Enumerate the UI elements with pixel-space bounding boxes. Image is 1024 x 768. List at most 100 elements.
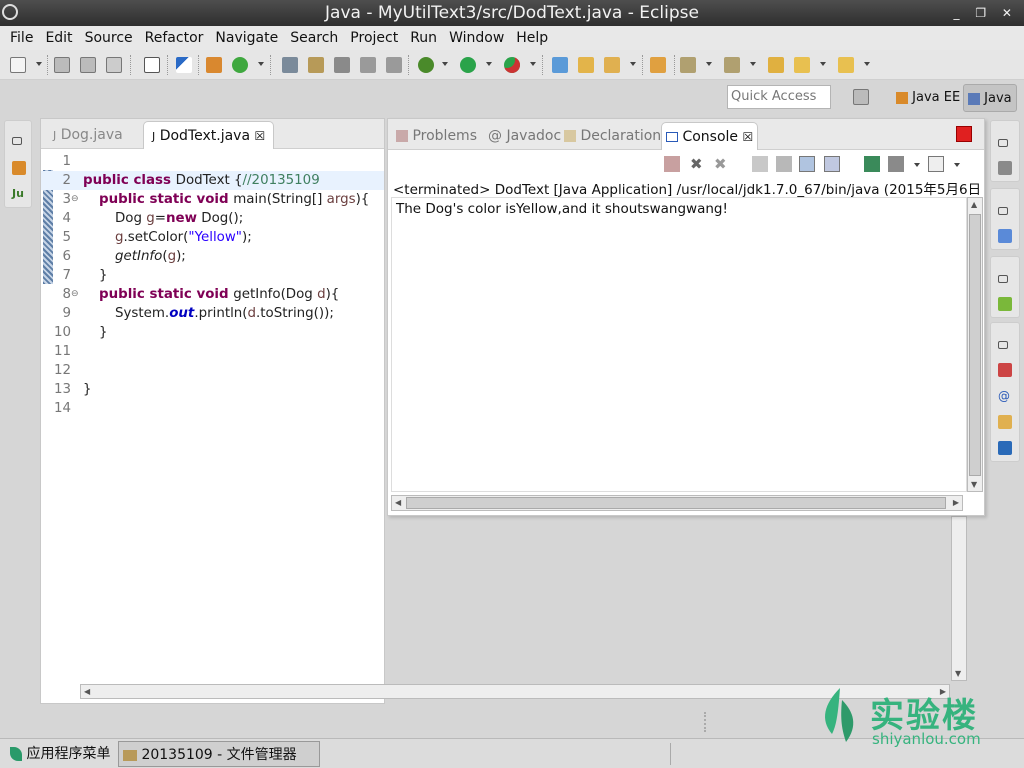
menu-file[interactable]: File — [4, 26, 39, 50]
next-annotation-icon[interactable] — [680, 57, 696, 73]
prev-annotation-dropdown-icon[interactable] — [750, 62, 756, 66]
fold-icon[interactable]: ⊖ — [71, 190, 79, 209]
package-explorer-icon[interactable] — [12, 161, 26, 175]
perspective-java[interactable]: Java — [963, 84, 1017, 112]
pen-icon[interactable] — [308, 57, 324, 73]
menu-source[interactable]: Source — [79, 26, 139, 50]
scroll-left-icon[interactable]: ◀ — [395, 498, 401, 507]
save-all-icon[interactable] — [80, 57, 96, 73]
new-dropdown-icon[interactable] — [36, 62, 42, 66]
fold-icon[interactable]: ⊖ — [71, 285, 79, 304]
restore-icon[interactable] — [998, 275, 1008, 283]
window-controls[interactable]: _ ❐ ✕ — [954, 0, 1018, 26]
show-on-stderr-icon[interactable] — [824, 156, 840, 172]
leaf-icon[interactable] — [998, 297, 1012, 311]
scroll-thumb[interactable] — [969, 214, 981, 476]
restore-icon[interactable] — [12, 137, 22, 145]
remove-all-icon[interactable]: ✖ — [714, 156, 730, 172]
menu-run[interactable]: Run — [404, 26, 443, 50]
print-icon[interactable] — [106, 57, 122, 73]
javadoc-view-icon[interactable]: @ — [998, 389, 1012, 403]
search-folder-icon[interactable] — [650, 57, 666, 73]
open-type-icon[interactable] — [552, 57, 568, 73]
open-perspective-icon[interactable] — [853, 89, 869, 105]
console-output-area[interactable]: The Dog's color isYellow,and it shoutswa… — [391, 197, 967, 492]
apps-menu-button[interactable]: 应用程序菜单 — [10, 741, 110, 767]
menu-window[interactable]: Window — [443, 26, 510, 50]
debug-icon[interactable] — [418, 57, 434, 73]
close-tab-icon[interactable]: ☒ — [255, 129, 266, 143]
file-manager-task[interactable]: 20135109 - 文件管理器 — [118, 741, 320, 767]
run-icon[interactable] — [460, 57, 476, 73]
new-icon[interactable] — [10, 57, 26, 73]
close-tab-icon[interactable]: ☒ — [742, 130, 753, 144]
tab-dodtext-java[interactable]: J DodText.java ☒ — [143, 121, 275, 149]
remove-launch-icon[interactable]: ✖ — [690, 156, 706, 172]
package-icon[interactable] — [206, 57, 222, 73]
clear-console-icon[interactable] — [752, 156, 768, 172]
console-view-icon[interactable] — [998, 441, 1012, 455]
server-icon[interactable] — [334, 57, 350, 73]
forward-icon[interactable] — [838, 57, 854, 73]
eclipse-app-icon[interactable] — [2, 4, 18, 20]
display-console-icon[interactable] — [888, 156, 904, 172]
perspective-java-ee[interactable]: Java EE — [892, 84, 964, 112]
restore-icon[interactable] — [998, 341, 1008, 349]
open-console-dropdown-icon[interactable] — [954, 163, 960, 167]
quick-access-input[interactable]: Quick Access — [727, 85, 831, 109]
tab-dog-java[interactable]: J Dog.java — [45, 121, 131, 149]
scroll-left-icon[interactable]: ◀ — [84, 687, 90, 696]
task-list-icon[interactable] — [998, 161, 1012, 175]
console-horizontal-scrollbar[interactable]: ◀ ▶ — [391, 495, 963, 511]
scroll-down-icon[interactable]: ▼ — [971, 480, 977, 489]
sheet-icon[interactable] — [360, 57, 376, 73]
tab-console[interactable]: Console ☒ — [661, 122, 759, 150]
editor-vertical-scrollbar[interactable]: ▼ — [951, 516, 967, 681]
menu-help[interactable]: Help — [510, 26, 554, 50]
scroll-lock-icon[interactable] — [776, 156, 792, 172]
junit-icon[interactable]: Ju — [12, 187, 30, 201]
scroll-thumb[interactable] — [406, 497, 946, 509]
prev-annotation-icon[interactable] — [724, 57, 740, 73]
restore-icon[interactable] — [998, 139, 1008, 147]
terminate-icon[interactable] — [664, 156, 680, 172]
show-on-stdout-icon[interactable] — [799, 156, 815, 172]
run-external-icon[interactable] — [504, 57, 520, 73]
task-icon[interactable] — [604, 57, 620, 73]
outline-icon[interactable] — [998, 229, 1012, 243]
menu-refactor[interactable]: Refactor — [139, 26, 210, 50]
refresh-dropdown-icon[interactable] — [258, 62, 264, 66]
restore-icon[interactable] — [998, 207, 1008, 215]
external-dropdown-icon[interactable] — [530, 62, 536, 66]
menu-navigate[interactable]: Navigate — [209, 26, 284, 50]
pin-icon[interactable] — [176, 57, 192, 73]
tab-javadoc[interactable]: @ Javadoc — [484, 122, 565, 150]
back-dropdown-icon[interactable] — [820, 62, 826, 66]
last-edit-icon[interactable] — [768, 57, 784, 73]
scroll-up-icon[interactable]: ▲ — [971, 200, 977, 209]
wizard-icon[interactable] — [282, 57, 298, 73]
back-icon[interactable] — [794, 57, 810, 73]
run-dropdown-icon[interactable] — [486, 62, 492, 66]
menu-project[interactable]: Project — [344, 26, 404, 50]
open-console-icon[interactable] — [928, 156, 944, 172]
restore-view-icon[interactable] — [956, 126, 972, 142]
task-dropdown-icon[interactable] — [630, 62, 636, 66]
pin-console-icon[interactable] — [864, 156, 880, 172]
next-annotation-dropdown-icon[interactable] — [706, 62, 712, 66]
binary-icon[interactable] — [144, 57, 160, 73]
forward-dropdown-icon[interactable] — [864, 62, 870, 66]
console-toolbar-icon[interactable] — [386, 57, 402, 73]
refresh-icon[interactable] — [232, 57, 248, 73]
tab-problems[interactable]: Problems — [392, 122, 481, 150]
debug-dropdown-icon[interactable] — [442, 62, 448, 66]
open-folder-icon[interactable] — [578, 57, 594, 73]
menu-edit[interactable]: Edit — [39, 26, 78, 50]
save-icon[interactable] — [54, 57, 70, 73]
problems-view-icon[interactable] — [998, 363, 1012, 377]
menu-search[interactable]: Search — [284, 26, 344, 50]
declaration-view-icon[interactable] — [998, 415, 1012, 429]
console-vertical-scrollbar[interactable]: ▲ ▼ — [967, 197, 983, 492]
tab-declaration[interactable]: Declaration — [560, 122, 665, 150]
scroll-right-icon[interactable]: ▶ — [953, 498, 959, 507]
